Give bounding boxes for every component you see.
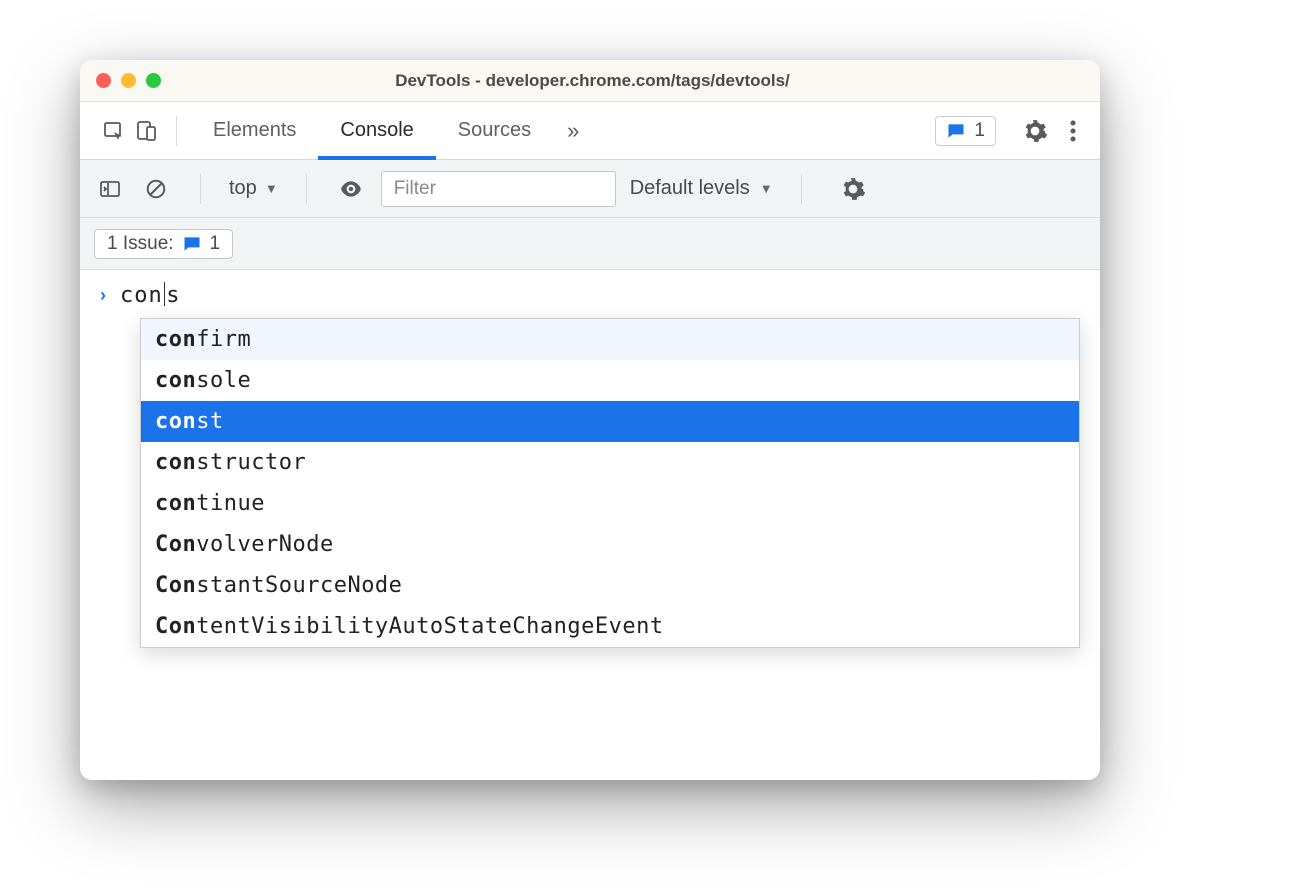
filter-input[interactable]: [381, 171, 616, 207]
autocomplete-item[interactable]: console: [141, 360, 1079, 401]
autocomplete-popup: confirmconsoleconstconstructorcontinueCo…: [140, 318, 1080, 648]
autocomplete-item[interactable]: confirm: [141, 319, 1079, 360]
devtools-window: DevTools - developer.chrome.com/tags/dev…: [80, 60, 1100, 780]
tabs-overflow-button[interactable]: »: [553, 118, 593, 144]
gear-icon: [1022, 118, 1048, 144]
live-expression-icon[interactable]: [335, 173, 367, 205]
autocomplete-item[interactable]: constructor: [141, 442, 1079, 483]
zoom-window-button[interactable]: [146, 73, 161, 88]
message-icon: [946, 121, 966, 141]
chevron-down-icon: ▼: [760, 181, 773, 196]
tab-elements[interactable]: Elements: [191, 102, 318, 159]
context-label: top: [229, 177, 257, 200]
autocomplete-item[interactable]: ConstantSourceNode: [141, 565, 1079, 606]
traffic-lights: [96, 73, 161, 88]
console-prompt[interactable]: › cons: [100, 282, 1100, 308]
settings-button[interactable]: [1020, 116, 1050, 146]
console-filter-row: top ▼ Default levels ▼: [80, 160, 1100, 218]
minimize-window-button[interactable]: [121, 73, 136, 88]
device-toggle-icon[interactable]: [130, 115, 162, 147]
gear-icon: [840, 176, 866, 202]
issues-chip[interactable]: 1: [935, 116, 996, 146]
more-menu-button[interactable]: [1058, 116, 1088, 146]
issues-chip-count: 1: [974, 120, 985, 142]
sidebar-toggle-icon[interactable]: [94, 173, 126, 205]
inspect-icon[interactable]: [98, 115, 130, 147]
chevron-down-icon: ▼: [265, 181, 278, 196]
prompt-chevron-icon: ›: [100, 285, 106, 306]
autocomplete-item[interactable]: ConvolverNode: [141, 524, 1079, 565]
autocomplete-item[interactable]: continue: [141, 483, 1079, 524]
kebab-icon: [1070, 120, 1076, 142]
console-input[interactable]: cons: [120, 282, 181, 308]
context-selector[interactable]: top ▼: [229, 177, 278, 200]
window-title: DevTools - developer.chrome.com/tags/dev…: [161, 71, 1024, 91]
message-icon: [182, 234, 202, 254]
console-settings-button[interactable]: [838, 174, 868, 204]
close-window-button[interactable]: [96, 73, 111, 88]
titlebar: DevTools - developer.chrome.com/tags/dev…: [80, 60, 1100, 102]
clear-console-icon[interactable]: [140, 173, 172, 205]
tab-sources[interactable]: Sources: [436, 102, 553, 159]
issues-row: 1 Issue: 1: [80, 218, 1100, 270]
autocomplete-item[interactable]: const: [141, 401, 1079, 442]
tabs-row: Elements Console Sources » 1: [80, 102, 1100, 160]
separator: [801, 174, 802, 204]
log-levels-selector[interactable]: Default levels ▼: [630, 177, 773, 200]
separator: [200, 174, 201, 204]
issues-badge[interactable]: 1 Issue: 1: [94, 229, 233, 259]
separator: [176, 116, 177, 146]
console-body: › cons confirmconsoleconstconstructorcon…: [80, 270, 1100, 648]
autocomplete-item[interactable]: ContentVisibilityAutoStateChangeEvent: [141, 606, 1079, 647]
issues-count: 1: [210, 233, 221, 255]
log-levels-label: Default levels: [630, 177, 750, 200]
tab-console[interactable]: Console: [318, 102, 435, 159]
separator: [306, 174, 307, 204]
issues-label: 1 Issue:: [107, 233, 174, 255]
